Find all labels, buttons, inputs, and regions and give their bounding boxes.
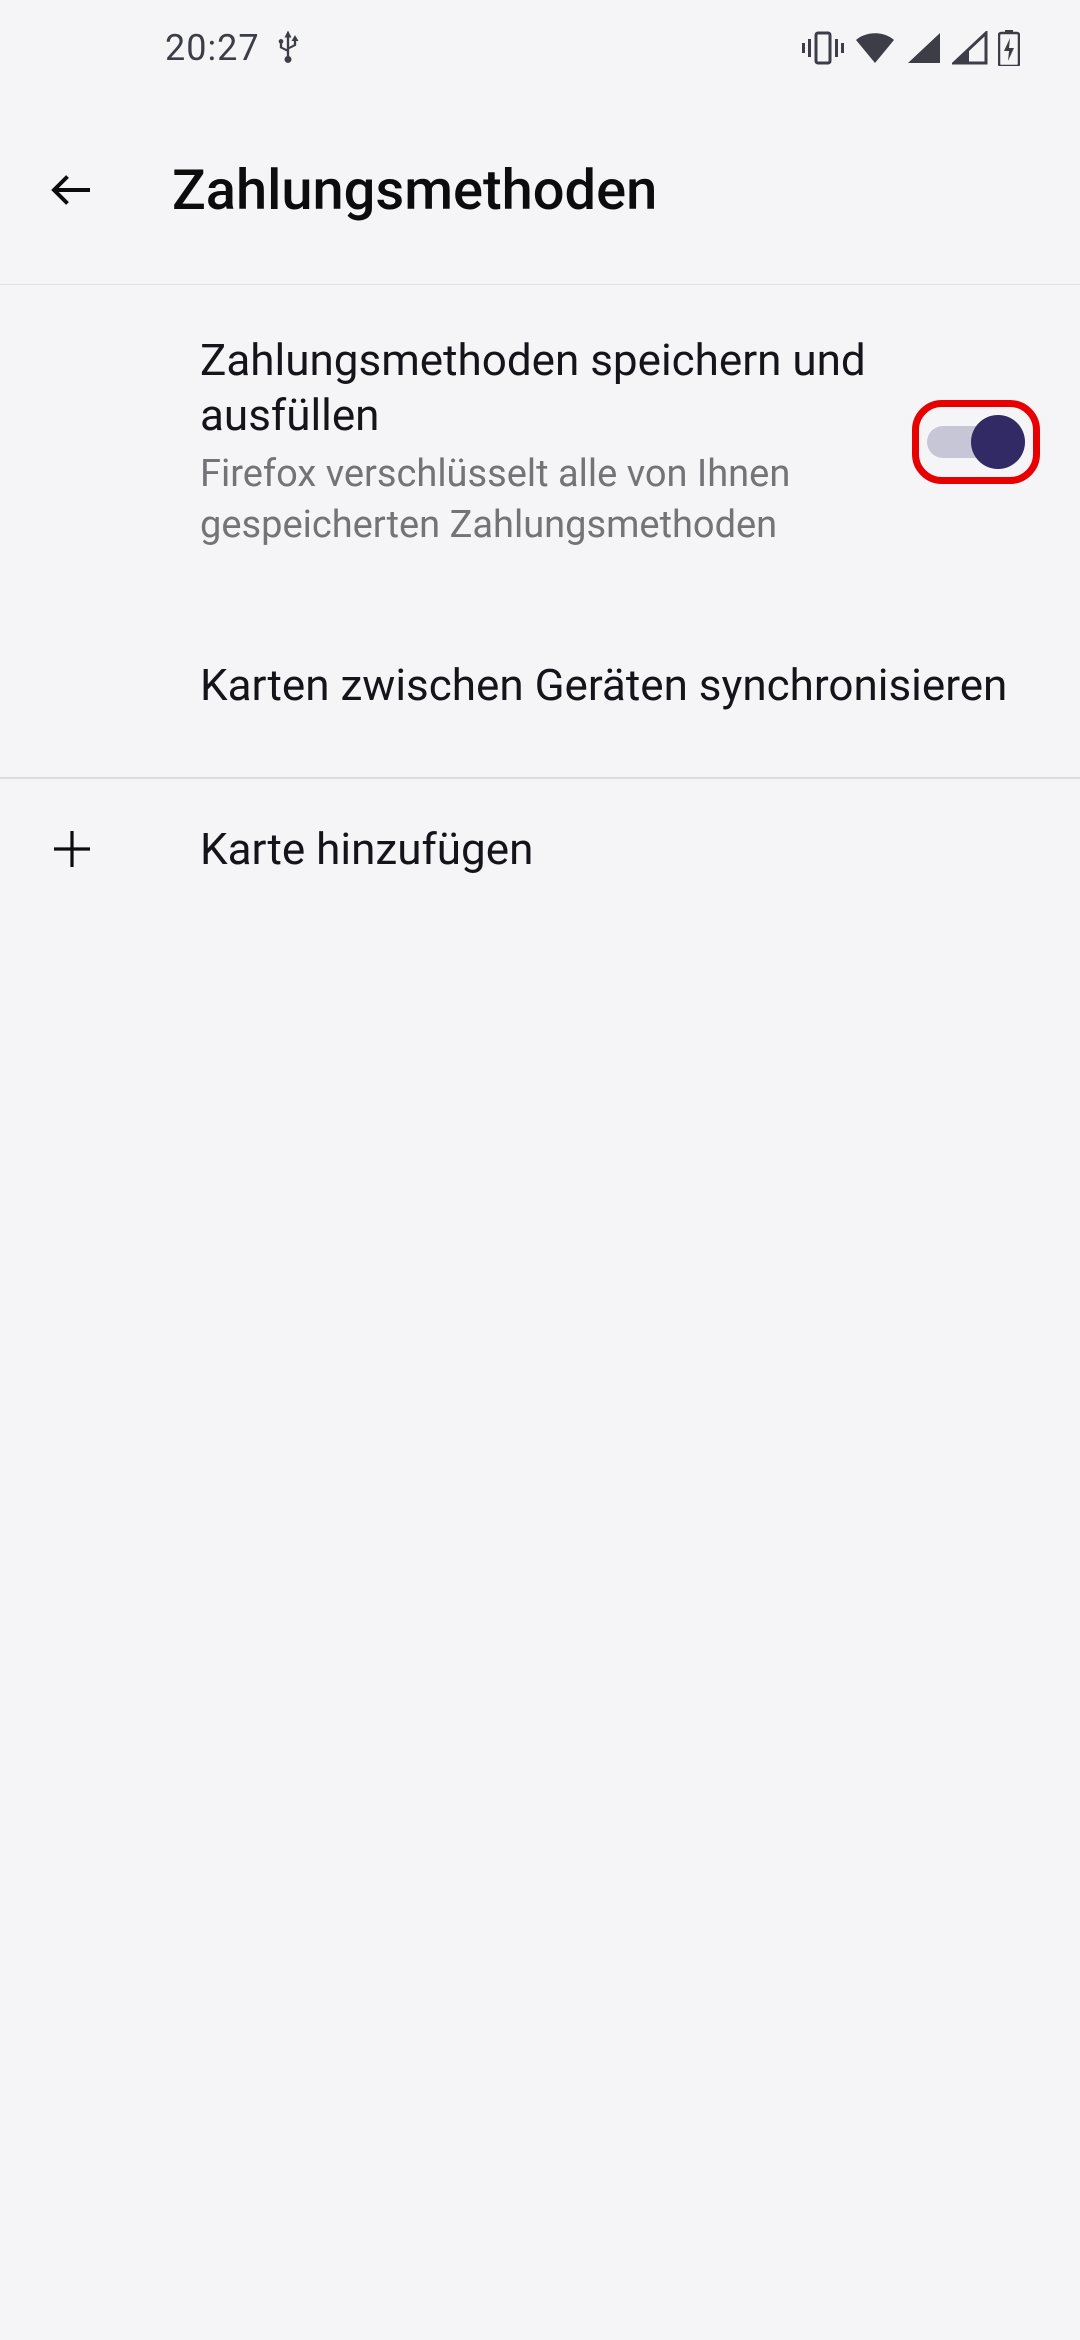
usb-icon (274, 29, 302, 67)
arrow-left-icon (45, 163, 99, 217)
sync-cards-row[interactable]: Karten zwischen Geräten synchronisieren (0, 602, 1080, 769)
statusbar-left: 20:27 (165, 27, 302, 69)
toggle-highlight (912, 400, 1040, 484)
add-card-label: Karte hinzufügen (200, 823, 533, 875)
save-fill-subtitle: Firefox verschlüsselt alle von Ihnen ges… (200, 449, 882, 552)
sync-cards-title: Karten zwischen Geräten synchronisieren (200, 658, 1040, 713)
statusbar-right (802, 30, 1020, 66)
save-fill-text: Zahlungsmethoden speichern und ausfüllen… (200, 333, 882, 552)
signal-partial-icon (952, 31, 988, 65)
add-card-row[interactable]: Karte hinzufügen (0, 779, 1080, 919)
save-fill-row[interactable]: Zahlungsmethoden speichern und ausfüllen… (0, 285, 1080, 602)
save-fill-toggle[interactable] (927, 415, 1025, 469)
settings-list: Zahlungsmethoden speichern und ausfüllen… (0, 285, 1080, 919)
app-bar: Zahlungsmethoden (0, 95, 1080, 285)
save-fill-title: Zahlungsmethoden speichern und ausfüllen (200, 333, 882, 443)
sync-cards-text: Karten zwischen Geräten synchronisieren (200, 658, 1040, 713)
battery-charging-icon (998, 30, 1020, 66)
back-button[interactable] (40, 158, 104, 222)
page-title: Zahlungsmethoden (172, 157, 657, 223)
status-time: 20:27 (165, 27, 260, 69)
wifi-icon (854, 31, 896, 65)
status-bar: 20:27 (0, 0, 1080, 95)
plus-icon (40, 817, 104, 881)
vibrate-icon (802, 31, 844, 65)
signal-full-icon (906, 31, 942, 65)
toggle-knob (971, 415, 1025, 469)
